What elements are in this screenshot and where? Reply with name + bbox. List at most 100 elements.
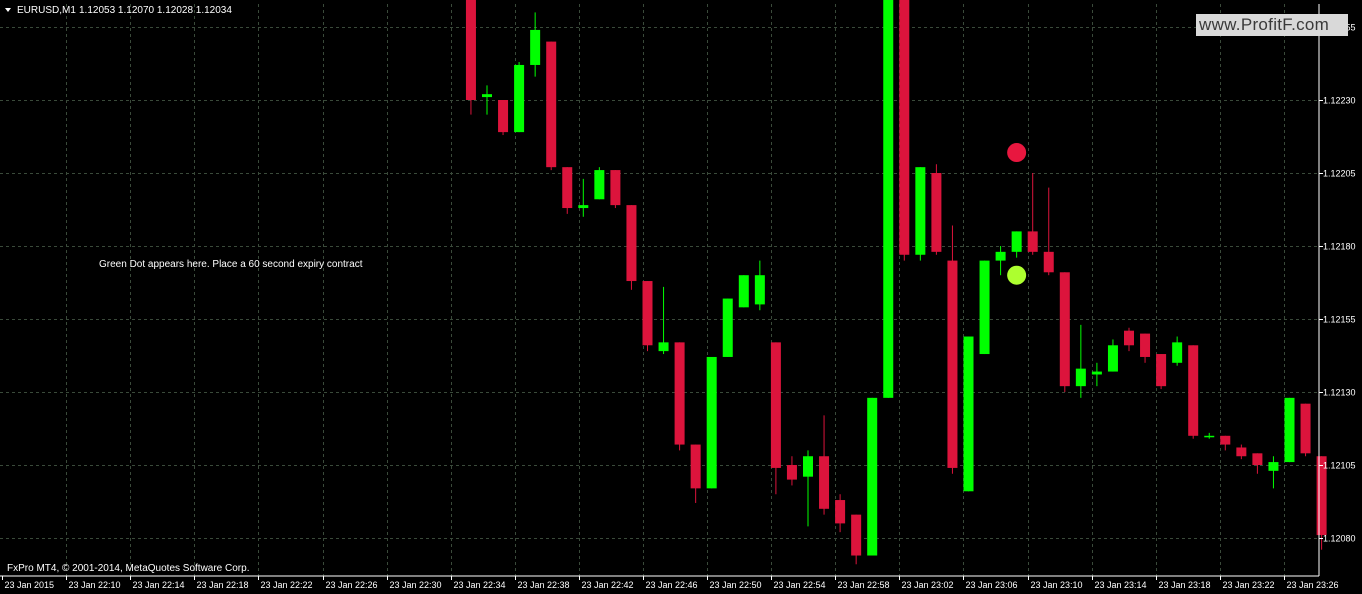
time-tick-label: 23 Jan 22:42 <box>582 580 634 590</box>
candle <box>626 205 637 290</box>
candle-body <box>465 0 476 100</box>
candle-body <box>1220 435 1231 445</box>
time-tick-label: 23 Jan 22:50 <box>710 580 762 590</box>
price-chart[interactable]: 1.124551.124301.124051.123801.123551.123… <box>0 0 1362 594</box>
candle <box>867 397 878 556</box>
candle-body <box>1075 368 1086 387</box>
copyright-footer: FxPro MT4, © 2001-2014, MetaQuotes Softw… <box>7 563 249 574</box>
candle <box>931 164 942 255</box>
candle <box>674 342 685 451</box>
time-tick-label: 23 Jan 23:26 <box>1287 580 1339 590</box>
time-tick-label: 23 Jan 22:38 <box>518 580 570 590</box>
time-tick-label: 23 Jan 2015 <box>5 580 55 590</box>
time-tick-label: 23 Jan 22:10 <box>69 580 121 590</box>
candle-body <box>1252 453 1263 465</box>
candle-body <box>883 0 894 398</box>
price-tick-label: 1.12130 <box>1323 388 1356 398</box>
candle <box>1156 354 1167 390</box>
candle-body <box>770 342 781 468</box>
candle-body <box>867 397 878 556</box>
candle-body <box>482 94 492 98</box>
price-tick-label: 1.12105 <box>1323 461 1356 471</box>
candle-body <box>1059 272 1070 387</box>
candle <box>947 225 958 474</box>
time-tick-label: 23 Jan 23:14 <box>1095 580 1147 590</box>
candle-body <box>562 167 573 209</box>
candle-body <box>995 251 1006 261</box>
chart-symbol: EURUSD,M1 <box>17 5 76 16</box>
candle-body <box>1107 345 1118 372</box>
candle-body <box>1204 435 1215 438</box>
sell-signal-dot <box>1007 143 1027 163</box>
buy-signal-dot <box>1007 265 1027 285</box>
time-tick-label: 23 Jan 22:58 <box>838 580 890 590</box>
candle <box>1188 345 1199 439</box>
candle-body <box>1011 231 1022 252</box>
price-tick-label: 1.12155 <box>1323 315 1356 325</box>
candle-body <box>1027 231 1038 252</box>
time-tick-label: 23 Jan 22:54 <box>774 580 826 590</box>
candle <box>498 100 509 136</box>
candle-body <box>786 465 797 480</box>
candle-body <box>1300 403 1311 454</box>
candle-body <box>610 170 621 206</box>
candle <box>594 167 605 200</box>
candle <box>979 260 990 355</box>
candle-body <box>530 29 541 65</box>
candle-body <box>642 281 653 346</box>
candle-body <box>803 456 813 477</box>
candle-body <box>706 356 717 489</box>
candle-body <box>546 41 557 168</box>
candle <box>1300 403 1311 457</box>
chart-ohlc: 1.12053 1.12070 1.12028 1.12034 <box>79 5 232 16</box>
candle-body <box>1172 342 1183 363</box>
candle-body <box>658 342 669 352</box>
candle-body <box>899 0 910 255</box>
candle <box>1284 397 1295 463</box>
candle-body <box>1124 330 1134 346</box>
candle <box>610 170 621 209</box>
candle <box>642 281 653 352</box>
watermark-logo: www.ProfitF.com <box>1196 14 1348 36</box>
candle-body <box>498 100 509 133</box>
candle-body <box>835 500 846 524</box>
candle-body <box>1268 462 1279 471</box>
candle-body <box>1236 447 1247 457</box>
time-tick-label: 23 Jan 22:18 <box>197 580 249 590</box>
time-tick-label: 23 Jan 22:22 <box>261 580 313 590</box>
candle <box>915 167 926 261</box>
candle <box>738 275 749 308</box>
candle <box>963 336 974 492</box>
price-tick-label: 1.12230 <box>1323 96 1356 106</box>
candle-body <box>690 444 701 489</box>
candle-body <box>851 514 862 556</box>
candle-body <box>514 64 525 133</box>
candle-body <box>626 205 637 282</box>
annotation-text: Green Dot appears here. Place a 60 secon… <box>99 259 363 270</box>
time-tick-label: 23 Jan 23:10 <box>1031 580 1083 590</box>
candle-body <box>819 456 830 509</box>
candle-body <box>947 260 958 468</box>
candle-body <box>674 342 685 445</box>
candle-body <box>963 336 974 492</box>
candle <box>883 0 894 398</box>
candle-body <box>722 298 733 357</box>
candle-body <box>1043 251 1054 273</box>
time-tick-label: 23 Jan 23:02 <box>902 580 954 590</box>
candle <box>1059 272 1070 392</box>
time-tick-label: 23 Jan 23:22 <box>1223 580 1275 590</box>
candle-body <box>1284 397 1295 463</box>
price-tick-label: 1.12180 <box>1323 242 1356 252</box>
time-tick-label: 23 Jan 23:06 <box>966 580 1018 590</box>
time-tick-label: 23 Jan 22:46 <box>646 580 698 590</box>
candle-body <box>578 205 589 209</box>
candle-body <box>1140 333 1151 357</box>
plot-area <box>0 0 1362 594</box>
time-tick-label: 23 Jan 22:26 <box>326 580 378 590</box>
candle-body <box>594 170 605 200</box>
candle <box>514 62 525 133</box>
time-tick-label: 23 Jan 22:30 <box>390 580 442 590</box>
candle-body <box>1156 354 1167 387</box>
time-tick-label: 23 Jan 22:34 <box>454 580 506 590</box>
candle-body <box>931 173 942 252</box>
